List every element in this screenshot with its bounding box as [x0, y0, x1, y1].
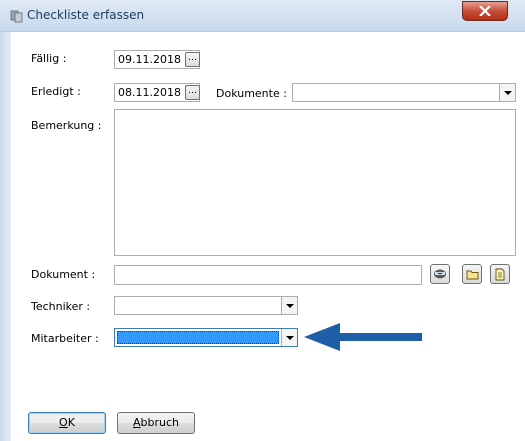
- dokumente-dropdown[interactable]: [292, 83, 516, 102]
- bemerkung-textarea[interactable]: [114, 109, 516, 256]
- calendar-ellipsis-icon: …: [188, 86, 197, 96]
- dropdown-arrow-icon[interactable]: [281, 329, 297, 346]
- open-folder-button[interactable]: [462, 264, 482, 284]
- document-icon: [495, 268, 505, 280]
- mitarbeiter-label: Mitarbeiter :: [31, 332, 99, 345]
- close-button[interactable]: [462, 1, 508, 21]
- erledigt-label: Erledigt :: [31, 85, 81, 98]
- window-left-border: [0, 0, 11, 441]
- pointer-arrow: [304, 323, 422, 351]
- close-icon: [479, 6, 491, 16]
- mitarbeiter-selection-highlight: [117, 331, 279, 344]
- techniker-dropdown[interactable]: [114, 296, 298, 315]
- erledigt-picker-button[interactable]: …: [185, 85, 200, 100]
- faellig-picker-button[interactable]: …: [185, 52, 200, 67]
- erledigt-date-value: 08.11.2018: [118, 86, 181, 99]
- checklist-icon: [10, 10, 23, 23]
- bemerkung-label: Bemerkung :: [31, 119, 102, 132]
- faellig-date-value: 09.11.2018: [118, 53, 181, 66]
- techniker-label: Techniker :: [31, 300, 91, 313]
- checklist-dialog: Checkliste erfassen Fällig : 09.11.2018 …: [0, 0, 525, 441]
- cancel-label-rest: bbruch: [140, 416, 179, 429]
- scan-button[interactable]: [430, 264, 450, 284]
- cancel-button[interactable]: Abbruch: [117, 412, 195, 434]
- ok-label-rest: K: [67, 416, 75, 429]
- faellig-label: Fällig :: [31, 52, 67, 65]
- dropdown-arrow-icon[interactable]: [281, 297, 297, 314]
- dokumente-label: Dokumente :: [216, 87, 287, 100]
- ok-button[interactable]: OK: [28, 412, 106, 434]
- new-document-button[interactable]: [490, 264, 510, 284]
- folder-icon: [466, 270, 478, 279]
- ok-accel: O: [59, 416, 68, 429]
- dropdown-arrow-icon[interactable]: [499, 84, 515, 101]
- mitarbeiter-dropdown[interactable]: [114, 328, 298, 347]
- calendar-ellipsis-icon: …: [188, 53, 197, 63]
- dokument-path-field[interactable]: [114, 265, 422, 285]
- window-title: Checkliste erfassen: [27, 8, 145, 22]
- title-bar: Checkliste erfassen: [0, 0, 525, 32]
- cancel-accel: A: [132, 416, 141, 429]
- scanner-icon: [434, 269, 446, 279]
- dokument-label: Dokument :: [31, 268, 96, 281]
